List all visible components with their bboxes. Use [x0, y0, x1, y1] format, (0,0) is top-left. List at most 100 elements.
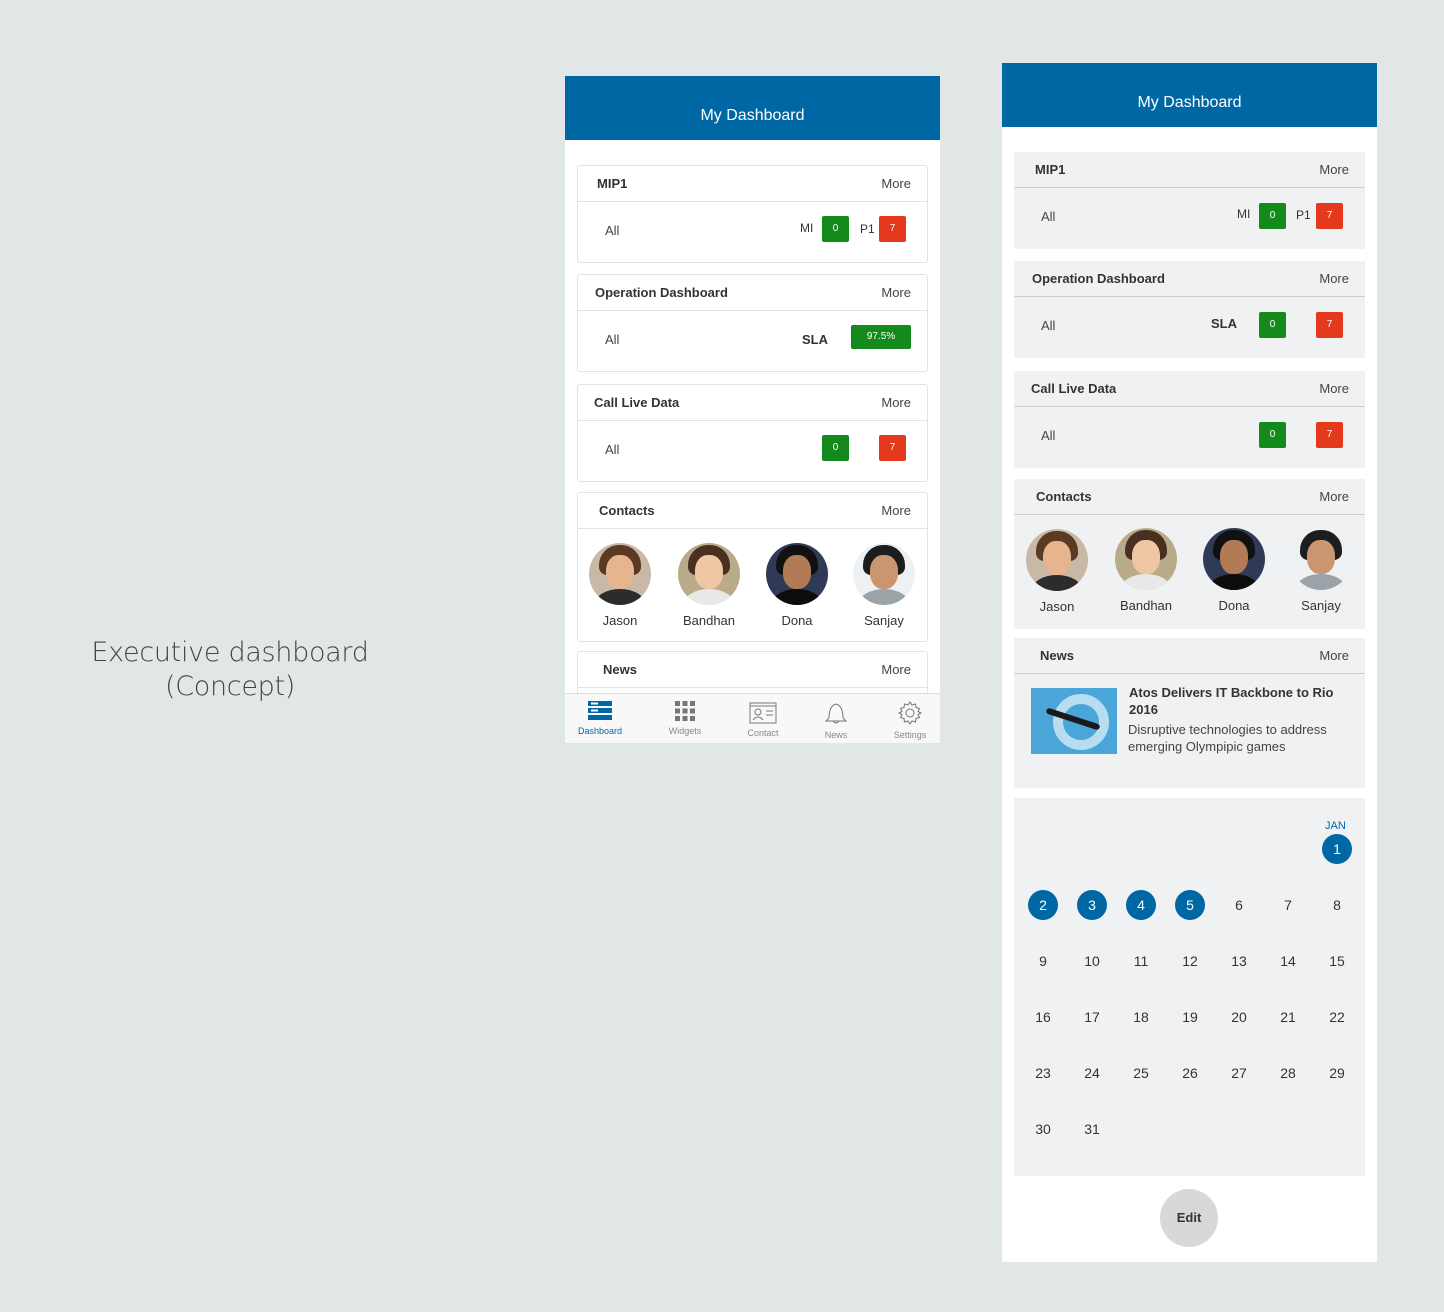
- more-link[interactable]: More: [881, 176, 911, 191]
- more-link[interactable]: More: [881, 395, 911, 410]
- contact-sanjay[interactable]: Sanjay: [844, 543, 924, 628]
- sla-label: SLA: [802, 332, 828, 347]
- contact-card-icon: [749, 702, 777, 724]
- calendar-day[interactable]: 27: [1224, 1058, 1254, 1088]
- calendar-day[interactable]: 21: [1273, 1002, 1303, 1032]
- calendar-day[interactable]: 31: [1077, 1114, 1107, 1144]
- tab-widgets[interactable]: Widgets: [650, 700, 720, 736]
- card-body: All MI 0 P1 7: [1014, 188, 1365, 248]
- calendar-day[interactable]: 6: [1224, 890, 1254, 920]
- news-thumbnail: [1031, 688, 1117, 754]
- calendar-day[interactable]: 5: [1175, 890, 1205, 920]
- mi-count-badge[interactable]: 0: [822, 216, 849, 242]
- p1-count-badge[interactable]: 7: [1316, 203, 1343, 229]
- sla-green-badge[interactable]: 0: [1259, 312, 1286, 338]
- operation-dashboard-card: Operation Dashboard More All SLA 97.5%: [577, 274, 928, 372]
- contact-dona[interactable]: Dona: [757, 543, 837, 628]
- more-link[interactable]: More: [1319, 381, 1349, 396]
- tab-label: News: [824, 730, 848, 740]
- card-title: Contacts: [1036, 489, 1092, 504]
- call-red-badge[interactable]: 7: [879, 435, 906, 461]
- calendar-day[interactable]: 4: [1126, 890, 1156, 920]
- calendar-day[interactable]: 2: [1028, 890, 1058, 920]
- card-body: All SLA 97.5%: [578, 311, 927, 371]
- sla-red-badge[interactable]: 7: [1316, 312, 1343, 338]
- card-header: Call Live Data More: [578, 385, 927, 421]
- card-header: Call Live Data More: [1014, 371, 1365, 407]
- dashboard-icon: [588, 701, 612, 720]
- calendar-day[interactable]: 25: [1126, 1058, 1156, 1088]
- more-link[interactable]: More: [881, 285, 911, 300]
- call-live-data-card: Call Live Data More All 0 7: [1014, 371, 1365, 468]
- more-link[interactable]: More: [881, 662, 911, 677]
- card-body: All 0 7: [1014, 407, 1365, 467]
- card-header: Operation Dashboard More: [1014, 261, 1365, 297]
- sla-percent-badge[interactable]: 97.5%: [851, 325, 911, 349]
- calendar-day[interactable]: 10: [1077, 946, 1107, 976]
- calendar-day[interactable]: 7: [1273, 890, 1303, 920]
- card-title: Call Live Data: [594, 395, 680, 410]
- calendar-day[interactable]: 23: [1028, 1058, 1058, 1088]
- p1-count-badge[interactable]: 7: [879, 216, 906, 242]
- contact-name: Bandhan: [1119, 598, 1173, 613]
- calendar-day[interactable]: 11: [1126, 946, 1156, 976]
- calendar-day[interactable]: 17: [1077, 1002, 1107, 1032]
- more-link[interactable]: More: [1319, 271, 1349, 286]
- operation-dashboard-card: Operation Dashboard More All SLA 0 7: [1014, 261, 1365, 358]
- calendar-day[interactable]: 26: [1175, 1058, 1205, 1088]
- mip1-card: MIP1 More All MI 0 P1 7: [1014, 152, 1365, 249]
- tab-contact[interactable]: Contact: [728, 700, 798, 738]
- grid-icon: [675, 701, 695, 721]
- concept-subtitle: (Concept): [164, 671, 296, 702]
- calendar-day[interactable]: 24: [1077, 1058, 1107, 1088]
- contact-jason[interactable]: Jason: [580, 543, 660, 628]
- card-title: News: [603, 662, 637, 677]
- calendar-day[interactable]: 28: [1273, 1058, 1303, 1088]
- call-green-badge[interactable]: 0: [822, 435, 849, 461]
- calendar-day[interactable]: 15: [1322, 946, 1352, 976]
- calendar-day[interactable]: 20: [1224, 1002, 1254, 1032]
- calendar-day[interactable]: 1: [1322, 834, 1352, 864]
- edit-button[interactable]: Edit: [1160, 1189, 1218, 1247]
- call-red-badge[interactable]: 7: [1316, 422, 1343, 448]
- contact-bandhan[interactable]: Bandhan: [669, 543, 749, 628]
- calendar-day[interactable]: 30: [1028, 1114, 1058, 1144]
- mi-label: MI: [800, 221, 814, 235]
- contact-name: Dona: [1218, 598, 1250, 613]
- calendar-day[interactable]: 29: [1322, 1058, 1352, 1088]
- more-link[interactable]: More: [1319, 489, 1349, 504]
- news-item[interactable]: Atos Delivers IT Backbone to Rio 2016 Di…: [1014, 674, 1365, 786]
- tab-settings[interactable]: Settings: [875, 700, 940, 740]
- calendar-day[interactable]: 9: [1028, 946, 1058, 976]
- calendar-day[interactable]: 22: [1322, 1002, 1352, 1032]
- gear-icon: [897, 701, 923, 725]
- bottom-tab-bar: Dashboard Widgets Contact News Settings: [565, 693, 940, 743]
- avatar: [853, 543, 915, 605]
- calendar-day[interactable]: 19: [1175, 1002, 1205, 1032]
- calendar-day[interactable]: 18: [1126, 1002, 1156, 1032]
- tab-news[interactable]: News: [801, 700, 871, 740]
- calendar-day[interactable]: 16: [1028, 1002, 1058, 1032]
- calendar-day[interactable]: 14: [1273, 946, 1303, 976]
- contact-jason[interactable]: Jason: [1017, 529, 1097, 614]
- more-link[interactable]: More: [1319, 162, 1349, 177]
- mi-count-badge[interactable]: 0: [1259, 203, 1286, 229]
- more-link[interactable]: More: [881, 503, 911, 518]
- contacts-card: Contacts More Jason Bandhan Dona Sanjay: [1014, 479, 1365, 629]
- contact-dona[interactable]: Dona: [1194, 528, 1274, 613]
- mip1-card: MIP1 More All MI 0 P1 7: [577, 165, 928, 263]
- card-body: All 0 7: [578, 421, 927, 481]
- more-link[interactable]: More: [1319, 648, 1349, 663]
- contact-bandhan[interactable]: Bandhan: [1106, 528, 1186, 613]
- call-green-badge[interactable]: 0: [1259, 422, 1286, 448]
- tab-dashboard[interactable]: Dashboard: [565, 700, 635, 736]
- contact-list: Jason Bandhan Dona Sanjay: [578, 529, 927, 641]
- calendar-day[interactable]: 8: [1322, 890, 1352, 920]
- calendar-day[interactable]: 12: [1175, 946, 1205, 976]
- news-summary: Disruptive technologies to address emerg…: [1128, 722, 1327, 754]
- card-header: News More: [578, 652, 927, 688]
- contact-sanjay[interactable]: Sanjay: [1281, 528, 1361, 613]
- calendar-day[interactable]: 13: [1224, 946, 1254, 976]
- calendar-day[interactable]: 3: [1077, 890, 1107, 920]
- bell-icon: [824, 703, 848, 724]
